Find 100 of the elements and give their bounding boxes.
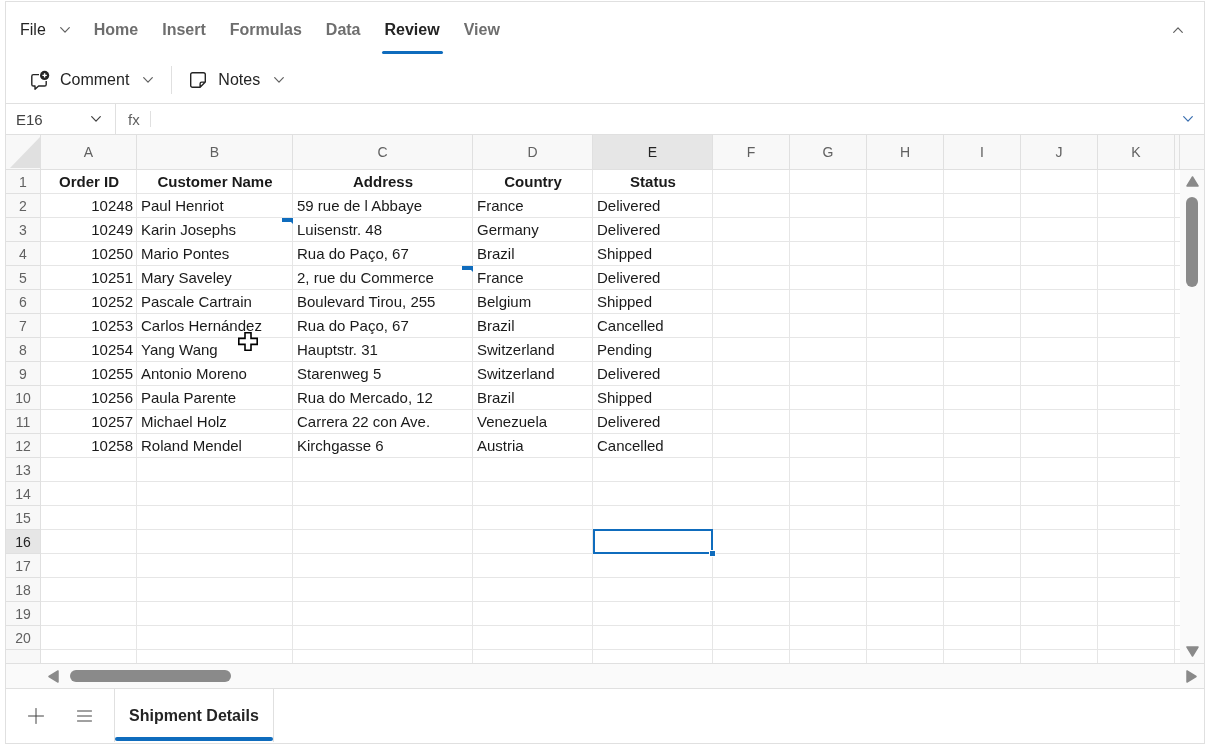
empty-cell[interactable] [593, 554, 713, 578]
empty-cell[interactable] [1098, 194, 1175, 218]
empty-cell[interactable] [293, 506, 473, 530]
empty-cell[interactable] [293, 458, 473, 482]
empty-cell[interactable] [944, 362, 1021, 386]
empty-cell[interactable] [1021, 386, 1098, 410]
empty-cell[interactable] [1021, 506, 1098, 530]
table-cell[interactable]: Switzerland [473, 362, 593, 386]
empty-cell[interactable] [867, 602, 944, 626]
table-cell[interactable]: 10254 [41, 338, 137, 362]
empty-cell[interactable] [867, 362, 944, 386]
expand-chevron-icon[interactable] [1183, 116, 1193, 122]
table-cell[interactable]: Customer Name [137, 170, 293, 194]
row-header[interactable]: 8 [6, 338, 41, 362]
empty-cell[interactable] [790, 602, 867, 626]
empty-cell[interactable] [1021, 434, 1098, 458]
empty-cell[interactable] [944, 410, 1021, 434]
table-cell[interactable]: Address [293, 170, 473, 194]
scroll-down-arrow-icon[interactable] [1185, 646, 1199, 657]
table-cell[interactable]: Rua do Paço, 67 [293, 314, 473, 338]
table-cell[interactable]: France [473, 266, 593, 290]
table-cell[interactable]: Paula Parente [137, 386, 293, 410]
empty-cell[interactable] [790, 434, 867, 458]
empty-cell[interactable] [867, 386, 944, 410]
empty-cell[interactable] [1098, 242, 1175, 266]
menu-icon[interactable] [77, 709, 92, 722]
column-header[interactable]: E [593, 135, 713, 170]
empty-cell[interactable] [944, 458, 1021, 482]
table-cell[interactable]: Delivered [593, 410, 713, 434]
table-cell[interactable]: Delivered [593, 266, 713, 290]
empty-cell[interactable] [944, 218, 1021, 242]
empty-cell[interactable] [944, 266, 1021, 290]
row-header[interactable]: 10 [6, 386, 41, 410]
empty-cell[interactable] [790, 578, 867, 602]
toolbar-dropdown-button[interactable]: Notes [184, 64, 289, 96]
empty-cell[interactable] [1021, 338, 1098, 362]
table-cell[interactable]: Pending [593, 338, 713, 362]
empty-cell[interactable] [790, 338, 867, 362]
row-header[interactable]: 17 [6, 554, 41, 578]
empty-cell[interactable] [713, 410, 790, 434]
scrollbar-thumb[interactable] [1186, 197, 1198, 287]
table-cell[interactable]: Delivered [593, 194, 713, 218]
empty-cell[interactable] [473, 458, 593, 482]
empty-cell[interactable] [944, 170, 1021, 194]
empty-cell[interactable] [1098, 362, 1175, 386]
empty-cell[interactable] [473, 626, 593, 650]
row-header[interactable]: 12 [6, 434, 41, 458]
table-cell[interactable]: Rua do Paço, 67 [293, 242, 473, 266]
chevron-down-icon[interactable] [59, 26, 70, 33]
toolbar-dropdown-button[interactable]: Comment [26, 64, 158, 96]
note-indicator-icon[interactable] [462, 266, 473, 272]
table-cell[interactable]: Kirchgasse 6 [293, 434, 473, 458]
scroll-up-arrow-icon[interactable] [1185, 176, 1199, 187]
empty-cell[interactable] [137, 626, 293, 650]
ribbon-tab[interactable]: Insert [159, 2, 209, 57]
table-cell[interactable]: Delivered [593, 218, 713, 242]
empty-cell[interactable] [867, 626, 944, 650]
empty-cell[interactable] [1098, 506, 1175, 530]
empty-cell[interactable] [593, 458, 713, 482]
empty-cell[interactable] [713, 218, 790, 242]
empty-cell[interactable] [137, 554, 293, 578]
empty-cell[interactable] [1021, 530, 1098, 554]
empty-cell[interactable] [1021, 314, 1098, 338]
empty-cell[interactable] [1021, 290, 1098, 314]
empty-cell[interactable] [137, 458, 293, 482]
empty-cell[interactable] [944, 578, 1021, 602]
empty-cell[interactable] [1098, 386, 1175, 410]
empty-cell[interactable] [944, 290, 1021, 314]
table-cell[interactable]: Paul Henriot [137, 194, 293, 218]
empty-cell[interactable] [1098, 338, 1175, 362]
row-header[interactable]: 14 [6, 482, 41, 506]
empty-cell[interactable] [713, 578, 790, 602]
empty-cell[interactable] [1021, 266, 1098, 290]
empty-cell[interactable] [867, 506, 944, 530]
sheet-tab[interactable]: Shipment Details [114, 689, 274, 742]
empty-cell[interactable] [137, 506, 293, 530]
scroll-right-arrow-icon[interactable] [1186, 669, 1197, 683]
table-cell[interactable]: 10253 [41, 314, 137, 338]
empty-cell[interactable] [867, 554, 944, 578]
empty-cell[interactable] [1098, 626, 1175, 650]
empty-cell[interactable] [713, 290, 790, 314]
table-cell[interactable]: Venezuela [473, 410, 593, 434]
scrollbar-thumb[interactable] [70, 670, 231, 682]
table-cell[interactable]: Hauptstr. 31 [293, 338, 473, 362]
table-cell[interactable]: Shipped [593, 386, 713, 410]
collapse-chevron-icon[interactable] [1173, 26, 1183, 33]
empty-cell[interactable] [1021, 602, 1098, 626]
table-cell[interactable]: Carrera 22 con Ave. [293, 410, 473, 434]
empty-cell[interactable] [790, 506, 867, 530]
empty-cell[interactable] [293, 602, 473, 626]
column-header[interactable]: J [1021, 135, 1098, 170]
row-header[interactable]: 19 [6, 602, 41, 626]
empty-cell[interactable] [944, 482, 1021, 506]
plus-icon[interactable] [28, 707, 44, 724]
table-cell[interactable]: Pascale Cartrain [137, 290, 293, 314]
table-cell[interactable]: Shipped [593, 242, 713, 266]
empty-cell[interactable] [790, 554, 867, 578]
empty-cell[interactable] [713, 506, 790, 530]
empty-cell[interactable] [1021, 482, 1098, 506]
empty-cell[interactable] [790, 194, 867, 218]
